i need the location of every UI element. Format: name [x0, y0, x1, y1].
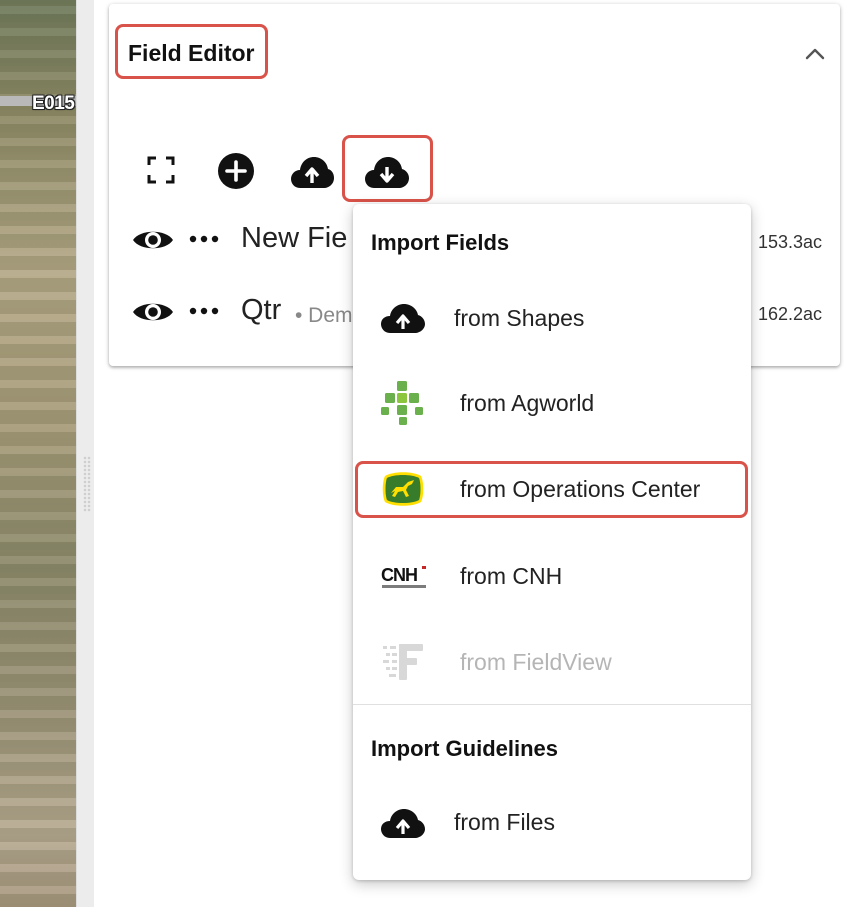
menu-item-label: from Agworld [460, 390, 595, 416]
menu-divider [353, 704, 751, 705]
import-guidelines-header: Import Guidelines [371, 736, 559, 761]
menu-item-label: from Shapes [454, 305, 585, 331]
eye-icon[interactable] [132, 297, 174, 327]
menu-item-label: from Files [454, 809, 555, 835]
more-horizontal-icon[interactable] [189, 306, 219, 316]
cloud-upload-icon [381, 809, 425, 838]
menu-item-label: from Operations Center [460, 476, 701, 502]
import-fields-header: Import Fields [371, 230, 510, 255]
menu-item-label: from FieldView [460, 649, 612, 675]
menu-item-from-files[interactable]: from Files [353, 792, 751, 852]
john-deere-logo-icon [382, 472, 424, 506]
field-name: New Fie [241, 222, 348, 254]
menu-item-from-fieldview: from FieldView [353, 632, 751, 692]
field-owner: • Dem [295, 304, 353, 327]
menu-item-from-cnh[interactable]: CNH from CNH [353, 546, 751, 606]
cnh-logo-icon: CNH [381, 565, 426, 588]
eye-icon[interactable] [132, 225, 174, 255]
cloud-download-icon[interactable] [364, 154, 410, 190]
fullscreen-icon[interactable] [147, 156, 175, 184]
map-field-label: E015 [32, 93, 75, 114]
fieldview-logo-icon [383, 644, 423, 680]
field-acres: 153.3ac [757, 232, 822, 252]
import-menu: Import Fields from Shapes from Agworld f… [353, 204, 751, 880]
chevron-up-icon[interactable] [803, 42, 827, 66]
menu-item-from-agworld[interactable]: from Agworld [353, 372, 751, 432]
add-circle-icon[interactable] [217, 152, 255, 190]
svg-text:CNH: CNH [381, 565, 417, 585]
map-view[interactable]: E015 [0, 0, 76, 907]
panel-divider [76, 0, 94, 907]
cloud-upload-icon[interactable] [290, 154, 334, 190]
agworld-logo-icon [381, 381, 423, 425]
card-title: Field Editor [128, 40, 255, 66]
field-name: Qtr [241, 294, 282, 326]
cloud-upload-icon [381, 304, 425, 333]
menu-item-from-shapes[interactable]: from Shapes [353, 287, 751, 347]
resize-handle[interactable] [83, 456, 91, 512]
menu-item-label: from CNH [460, 563, 563, 589]
field-acres: 162.2ac [757, 304, 822, 324]
menu-item-from-operations-center[interactable]: from Operations Center [353, 459, 751, 519]
more-horizontal-icon[interactable] [189, 234, 219, 244]
